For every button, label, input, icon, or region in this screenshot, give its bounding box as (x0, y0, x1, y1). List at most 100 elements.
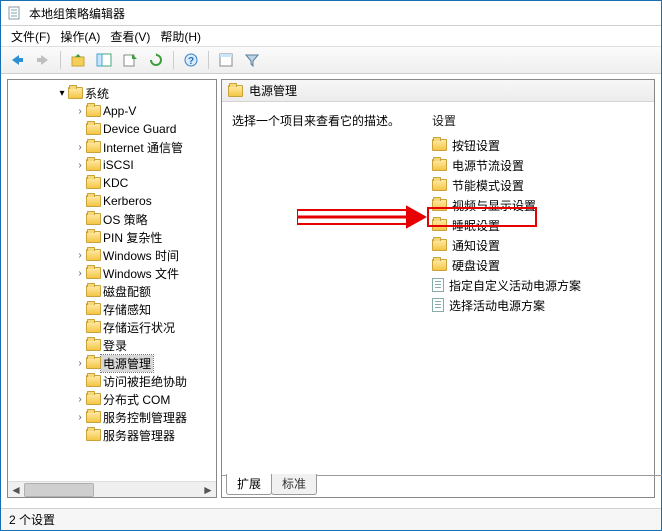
expand-icon[interactable]: ▾ (56, 88, 68, 99)
statusbar: 2 个设置 (1, 508, 661, 530)
settings-folder-item[interactable]: 节能模式设置 (432, 175, 581, 195)
refresh-button[interactable] (144, 49, 168, 71)
tree-item[interactable]: 服务器管理器 (8, 426, 216, 444)
forward-button[interactable] (31, 49, 55, 71)
tree-item[interactable]: › 服务控制管理器 (8, 408, 216, 426)
toolbar-sep (173, 51, 174, 69)
folder-icon (86, 177, 101, 189)
policy-icon (432, 278, 444, 292)
settings-folder-item[interactable]: 视频与显示设置 (432, 195, 581, 215)
window-title: 本地组策略编辑器 (29, 5, 125, 22)
menu-file[interactable]: 文件(F) (7, 27, 54, 46)
settings-item-label: 指定自定义活动电源方案 (449, 277, 581, 294)
tree-item[interactable]: ›电源管理 (8, 354, 216, 372)
expand-icon[interactable]: › (74, 160, 86, 171)
tree-label: App-V (101, 104, 138, 118)
folder-icon (432, 159, 447, 171)
tree-item[interactable]: › App-V (8, 102, 216, 120)
tree-item[interactable]: KDC (8, 174, 216, 192)
settings-header: 设置 (432, 112, 581, 129)
properties-button[interactable] (214, 49, 238, 71)
settings-folder-item[interactable]: 按钮设置 (432, 135, 581, 155)
gpedit-window: 本地组策略编辑器 文件(F) 操作(A) 查看(V) 帮助(H) ? (0, 0, 662, 531)
tree-item[interactable]: 磁盘配额 (8, 282, 216, 300)
tree-item[interactable]: ›iSCSI (8, 156, 216, 174)
folder-icon (86, 393, 101, 405)
h-scrollbar[interactable]: ◄ ► (8, 481, 216, 497)
folder-icon (228, 85, 243, 97)
tree: ▾系统 › App-V Device Guard ›Internet 通信管›iSCSI… (8, 80, 216, 444)
expand-icon[interactable]: › (74, 412, 86, 423)
settings-list: 按钮设置电源节流设置节能模式设置视频与显示设置睡眠设置通知设置硬盘设置指定自定义… (432, 135, 581, 315)
expand-icon[interactable]: › (74, 142, 86, 153)
export-button[interactable] (118, 49, 142, 71)
tree-item[interactable]: OS 策略 (8, 210, 216, 228)
settings-folder-item[interactable]: 电源节流设置 (432, 155, 581, 175)
folder-icon (68, 87, 83, 99)
tree-item[interactable]: Kerberos (8, 192, 216, 210)
details-body: 选择一个项目来查看它的描述。 设置 按钮设置电源节流设置节能模式设置视频与显示设… (222, 102, 654, 497)
expand-icon[interactable]: › (74, 250, 86, 261)
tree-label: KDC (101, 176, 130, 190)
settings-policy-item[interactable]: 指定自定义活动电源方案 (432, 275, 581, 295)
tree-item[interactable]: PIN 复杂性 (8, 228, 216, 246)
back-button[interactable] (5, 49, 29, 71)
folder-icon (86, 141, 101, 153)
toolbar-sep (60, 51, 61, 69)
tree-label: 存储运行状况 (101, 319, 177, 336)
filter-button[interactable] (240, 49, 264, 71)
tree-label: 服务控制管理器 (101, 409, 189, 426)
expand-icon[interactable]: › (74, 268, 86, 279)
settings-folder-item[interactable]: 睡眠设置 (432, 215, 581, 235)
tree-item[interactable]: › Windows 时间 (8, 246, 216, 264)
tree-scroll[interactable]: ▾系统 › App-V Device Guard ›Internet 通信管›iSCSI… (8, 80, 216, 497)
up-button[interactable] (66, 49, 90, 71)
settings-folder-item[interactable]: 通知设置 (432, 235, 581, 255)
tree-item[interactable]: ›Internet 通信管 (8, 138, 216, 156)
expand-icon[interactable]: › (74, 394, 86, 405)
tree-item[interactable]: 存储运行状况 (8, 318, 216, 336)
folder-icon (432, 199, 447, 211)
tree-label: PIN 复杂性 (101, 229, 164, 246)
tab-standard[interactable]: 标准 (271, 474, 317, 495)
tree-label: 磁盘配额 (101, 283, 153, 300)
settings-item-label: 选择活动电源方案 (449, 297, 545, 314)
folder-icon (86, 375, 101, 387)
folder-icon (432, 139, 447, 151)
tree-label: 访问被拒绝协助 (101, 373, 189, 390)
annotation-arrow (297, 202, 427, 232)
tree-item[interactable]: Device Guard (8, 120, 216, 138)
scroll-right-icon[interactable]: ► (200, 482, 216, 498)
tree-label: Device Guard (101, 122, 178, 136)
tab-extended[interactable]: 扩展 (226, 474, 272, 495)
folder-icon (86, 105, 101, 117)
folder-icon (432, 239, 447, 251)
settings-policy-item[interactable]: 选择活动电源方案 (432, 295, 581, 315)
tree-label: 分布式 COM (101, 391, 172, 408)
menu-view[interactable]: 查看(V) (106, 27, 154, 46)
show-hide-tree-button[interactable] (92, 49, 116, 71)
tree-item[interactable]: 存储感知 (8, 300, 216, 318)
expand-icon[interactable]: › (74, 106, 86, 117)
tree-item[interactable]: 登录 (8, 336, 216, 354)
scroll-left-icon[interactable]: ◄ (8, 482, 24, 498)
folder-icon (86, 303, 101, 315)
help-button[interactable]: ? (179, 49, 203, 71)
tree-root[interactable]: ▾系统 (8, 84, 216, 102)
details-pane: 电源管理 选择一个项目来查看它的描述。 设置 按钮设置电源节流设置节能模式设置视… (221, 79, 655, 498)
description-text: 选择一个项目来查看它的描述。 (232, 112, 400, 129)
tree-item[interactable]: ›Windows 文件 (8, 264, 216, 282)
tree-item[interactable]: › 分布式 COM (8, 390, 216, 408)
settings-folder-item[interactable]: 硬盘设置 (432, 255, 581, 275)
expand-icon[interactable]: › (74, 358, 86, 369)
menu-action[interactable]: 操作(A) (56, 27, 104, 46)
tree-label: Windows 时间 (101, 247, 181, 264)
scroll-thumb[interactable] (24, 483, 94, 497)
menu-help[interactable]: 帮助(H) (156, 27, 205, 46)
scroll-track[interactable] (24, 482, 200, 498)
content-area: ▾系统 › App-V Device Guard ›Internet 通信管›iSCSI… (1, 75, 661, 502)
tree-item[interactable]: 访问被拒绝协助 (8, 372, 216, 390)
status-text: 2 个设置 (9, 511, 55, 528)
settings-item-label: 睡眠设置 (452, 217, 500, 234)
settings-item-label: 电源节流设置 (452, 157, 524, 174)
